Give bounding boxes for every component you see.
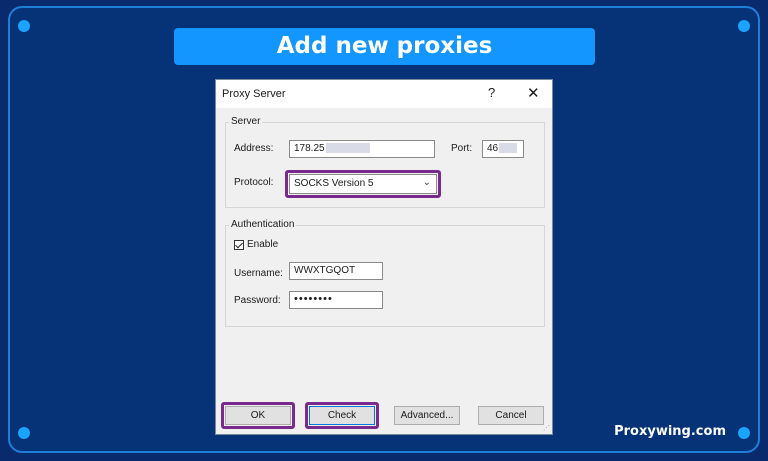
brand-label: Proxywing.com — [614, 424, 726, 439]
address-field[interactable]: 178.25 — [289, 140, 435, 158]
corner-dot-top-left — [18, 20, 30, 32]
help-icon[interactable]: ? — [488, 85, 495, 100]
address-redaction — [325, 143, 370, 154]
checkbox-checked-icon — [234, 239, 244, 250]
password-label: Password: — [234, 295, 281, 306]
address-label: Address: — [234, 143, 274, 154]
username-value: WWXTGQOT — [294, 265, 356, 276]
proxy-server-dialog: Proxy Server ? ✕ Server Address: 178.25 … — [215, 79, 553, 435]
port-label: Port: — [451, 143, 473, 154]
protocol-highlight — [285, 170, 441, 198]
username-field[interactable]: WWXTGQOT — [289, 262, 383, 280]
port-field[interactable]: 46 — [482, 140, 524, 158]
enable-label: Enable — [247, 239, 279, 250]
port-value: 46 — [487, 143, 499, 154]
password-field[interactable]: •••••••• — [289, 291, 383, 309]
ok-highlight — [221, 402, 295, 429]
enable-checkbox[interactable]: Enable — [234, 239, 278, 250]
authentication-group-label: Authentication — [229, 219, 297, 230]
close-icon[interactable]: ✕ — [527, 84, 540, 102]
server-group-label: Server — [229, 116, 263, 127]
corner-dot-bottom-right — [738, 427, 750, 439]
dialog-title: Proxy Server — [222, 88, 286, 100]
page-banner-title: Add new proxies — [174, 28, 595, 65]
port-redaction — [499, 143, 518, 154]
advanced-button[interactable]: Advanced... — [394, 406, 460, 425]
dialog-titlebar: Proxy Server ? ✕ — [216, 80, 552, 108]
address-value: 178.25 — [294, 143, 325, 154]
check-highlight — [305, 402, 379, 429]
corner-dot-bottom-left — [18, 427, 30, 439]
resize-grip-icon[interactable]: ⋰ — [543, 424, 550, 432]
username-label: Username: — [234, 268, 283, 279]
corner-dot-top-right — [738, 20, 750, 32]
cancel-button[interactable]: Cancel — [478, 406, 544, 425]
password-value: •••••••• — [294, 293, 333, 305]
protocol-label: Protocol: — [234, 177, 274, 188]
